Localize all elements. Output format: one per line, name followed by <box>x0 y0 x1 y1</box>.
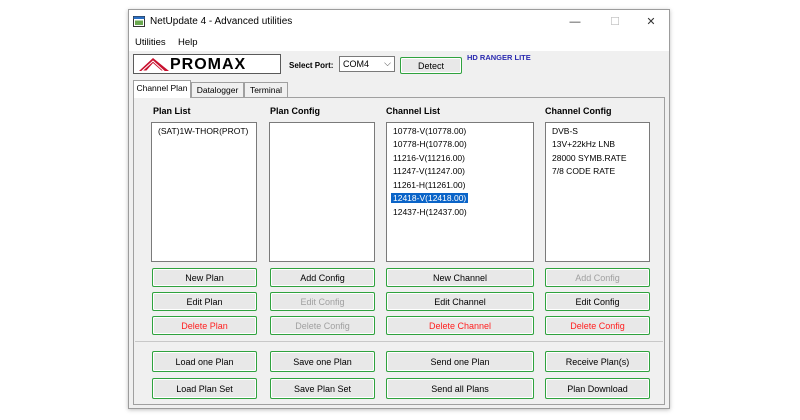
plan-config-list[interactable] <box>269 122 375 262</box>
plan-list-header: Plan List <box>153 106 191 116</box>
save-one-plan-button[interactable]: Save one Plan <box>270 351 375 372</box>
window-title: NetUpdate 4 - Advanced utilities <box>150 16 293 27</box>
channel-config-header: Channel Config <box>545 106 612 116</box>
load-plan-set-button[interactable]: Load Plan Set <box>152 378 257 399</box>
list-item[interactable]: 7/8 CODE RATE <box>550 166 617 176</box>
list-item[interactable]: 28000 SYMB.RATE <box>550 153 629 163</box>
save-plan-set-button[interactable]: Save Plan Set <box>270 378 375 399</box>
delete-plan-button[interactable]: Delete Plan <box>152 316 257 335</box>
tab-datalogger[interactable]: Datalogger <box>191 82 244 97</box>
load-one-plan-button[interactable]: Load one Plan <box>152 351 257 372</box>
receive-plans-button[interactable]: Receive Plan(s) <box>545 351 650 372</box>
promax-logo: PROMAX <box>133 54 281 74</box>
list-item[interactable]: 12437-H(12437.00) <box>391 207 469 217</box>
menu-bar: Utilities Help <box>129 34 669 51</box>
delete-channel-button[interactable]: Delete Channel <box>386 316 534 335</box>
tab-terminal[interactable]: Terminal <box>244 82 288 97</box>
minimize-button[interactable]: — <box>561 14 589 30</box>
plan-download-button[interactable]: Plan Download <box>545 378 650 399</box>
channel-list[interactable]: 10778-V(10778.00) 10778-H(10778.00) 1121… <box>386 122 534 262</box>
detect-button[interactable]: Detect <box>400 57 462 74</box>
edit-config-channel-button[interactable]: Edit Config <box>545 292 650 311</box>
menu-help[interactable]: Help <box>178 37 198 48</box>
device-label: HD RANGER LITE <box>467 53 531 62</box>
list-item-selected[interactable]: 12418-V(12418.00) <box>391 193 469 203</box>
list-item[interactable]: 11261-H(11261.00) <box>391 180 467 190</box>
send-one-plan-button[interactable]: Send one Plan <box>386 351 534 372</box>
list-item[interactable]: DVB-S <box>550 126 580 136</box>
edit-config-plan-button[interactable]: Edit Config <box>270 292 375 311</box>
separator <box>135 341 663 342</box>
edit-plan-button[interactable]: Edit Plan <box>152 292 257 311</box>
close-button[interactable]: ✕ <box>637 14 665 30</box>
list-item[interactable]: 11216-V(11216.00) <box>391 153 467 163</box>
channel-config-list[interactable]: DVB-S 13V+22kHz LNB 28000 SYMB.RATE 7/8 … <box>545 122 650 262</box>
title-bar: NetUpdate 4 - Advanced utilities — ☐ ✕ <box>129 10 669 34</box>
add-config-plan-button[interactable]: Add Config <box>270 268 375 287</box>
plan-config-header: Plan Config <box>270 106 320 116</box>
new-channel-button[interactable]: New Channel <box>386 268 534 287</box>
maximize-button[interactable]: ☐ <box>601 14 629 30</box>
app-window: NetUpdate 4 - Advanced utilities — ☐ ✕ U… <box>128 9 670 409</box>
send-all-plans-button[interactable]: Send all Plans <box>386 378 534 399</box>
list-item[interactable]: (SAT)1W-THOR(PROT) <box>156 126 250 136</box>
list-item[interactable]: 13V+22kHz LNB <box>550 139 617 149</box>
chevron-down-icon: ⌵ <box>384 58 391 68</box>
port-select-value: COM4 <box>343 59 370 69</box>
tab-channel-plan[interactable]: Channel Plan <box>133 80 191 98</box>
channel-list-header: Channel List <box>386 106 441 116</box>
select-port-label: Select Port: <box>289 61 334 70</box>
delete-config-plan-button[interactable]: Delete Config <box>270 316 375 335</box>
port-select[interactable]: COM4 ⌵ <box>339 56 395 72</box>
list-item[interactable]: 11247-V(11247.00) <box>391 166 467 176</box>
edit-channel-button[interactable]: Edit Channel <box>386 292 534 311</box>
plan-list[interactable]: (SAT)1W-THOR(PROT) <box>151 122 257 262</box>
new-plan-button[interactable]: New Plan <box>152 268 257 287</box>
app-icon <box>133 16 145 27</box>
promax-logo-mark <box>139 58 169 72</box>
add-config-channel-button[interactable]: Add Config <box>545 268 650 287</box>
logo-text: PROMAX <box>170 56 247 73</box>
menu-utilities[interactable]: Utilities <box>135 37 166 48</box>
delete-config-channel-button[interactable]: Delete Config <box>545 316 650 335</box>
list-item[interactable]: 10778-V(10778.00) <box>391 126 468 136</box>
list-item[interactable]: 10778-H(10778.00) <box>391 139 469 149</box>
